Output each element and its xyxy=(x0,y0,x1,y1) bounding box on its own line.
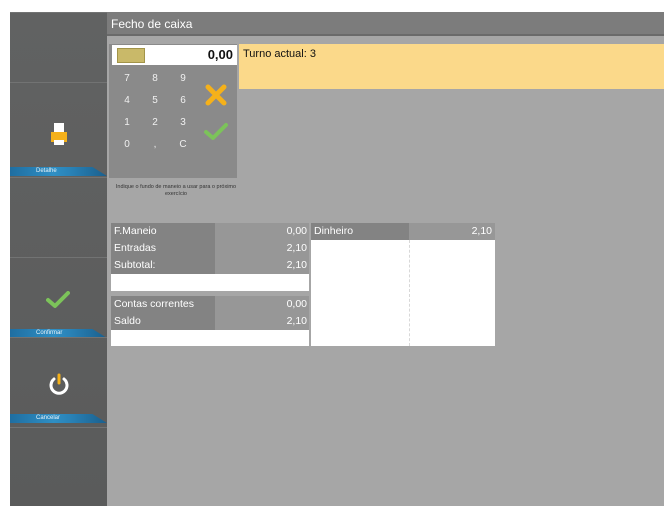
row-label: Contas correntes xyxy=(111,296,215,313)
key-clear[interactable]: C xyxy=(173,135,193,155)
printer-icon xyxy=(51,123,67,145)
row-label: Entradas xyxy=(111,240,215,257)
details-button[interactable]: Detalhe xyxy=(10,82,107,177)
close-icon[interactable] xyxy=(205,84,227,106)
table-row: F.Maneio 0,00 xyxy=(111,223,309,240)
key-6[interactable]: 6 xyxy=(173,91,193,111)
window-title: Fecho de caixa xyxy=(111,17,193,31)
keypad-display[interactable]: 0,00 xyxy=(112,45,237,65)
table-row: Subtotal: 2,10 xyxy=(111,257,309,274)
sidebar-slot-empty-2 xyxy=(10,177,107,257)
row-value: 0,00 xyxy=(215,296,309,313)
check-icon[interactable] xyxy=(203,122,229,142)
payments-panel: Dinheiro 2,10 xyxy=(311,223,495,346)
key-0[interactable]: 0 xyxy=(117,135,137,155)
key-9[interactable]: 9 xyxy=(173,69,193,89)
key-comma[interactable]: , xyxy=(145,135,165,155)
main-panel: Fecho de caixa 0,00 7 8 9 4 5 6 1 2 3 0 … xyxy=(107,12,664,506)
row-label: Saldo xyxy=(111,313,215,330)
turno-text: Turno actual: 3 xyxy=(243,48,316,60)
row-label: F.Maneio xyxy=(111,223,215,240)
sidebar-slot-empty-3 xyxy=(10,427,107,506)
turno-banner: Turno actual: 3 xyxy=(239,44,664,89)
key-7[interactable]: 7 xyxy=(117,69,137,89)
check-icon xyxy=(46,291,70,308)
confirm-button[interactable]: Confirmar xyxy=(10,257,107,338)
cancel-button[interactable]: Cancelar xyxy=(10,337,107,427)
key-2[interactable]: 2 xyxy=(145,113,165,133)
table-row: Entradas 2,10 xyxy=(111,240,309,257)
row-value: 2,10 xyxy=(215,240,309,257)
row-value: 0,00 xyxy=(215,223,309,240)
row-value: 2,10 xyxy=(215,313,309,330)
details-button-label: Detalhe xyxy=(10,167,107,176)
row-value: 2,10 xyxy=(215,257,309,274)
cancel-button-label: Cancelar xyxy=(10,414,107,423)
balance-blank-row xyxy=(111,330,309,346)
balance-table: Contas correntes 0,00 Saldo 2,10 xyxy=(111,296,309,346)
payment-label: Dinheiro xyxy=(311,223,409,240)
summary-blank-row xyxy=(111,274,309,291)
numeric-keypad: 0,00 7 8 9 4 5 6 1 2 3 0 , C xyxy=(109,44,237,178)
keypad-hint: Indique o fundo de maneio a usar para o … xyxy=(115,184,237,197)
table-row: Saldo 2,10 xyxy=(111,313,309,330)
power-icon xyxy=(49,373,69,395)
sidebar-slot-empty-1 xyxy=(10,12,107,82)
table-row: Contas correntes 0,00 xyxy=(111,296,309,313)
sidebar: Detalhe Confirmar Cancelar xyxy=(10,12,107,506)
title-bar: Fecho de caixa xyxy=(107,12,664,36)
payment-value: 2,10 xyxy=(409,223,495,240)
column-divider xyxy=(409,240,410,346)
summary-table: F.Maneio 0,00 Entradas 2,10 Subtotal: 2,… xyxy=(111,223,309,291)
key-1[interactable]: 1 xyxy=(117,113,137,133)
key-8[interactable]: 8 xyxy=(145,69,165,89)
key-5[interactable]: 5 xyxy=(145,91,165,111)
key-3[interactable]: 3 xyxy=(173,113,193,133)
calculator-icon xyxy=(117,48,145,63)
table-row[interactable]: Dinheiro 2,10 xyxy=(311,223,495,240)
row-label: Subtotal: xyxy=(111,257,215,274)
keypad-value: 0,00 xyxy=(207,47,233,62)
key-4[interactable]: 4 xyxy=(117,91,137,111)
